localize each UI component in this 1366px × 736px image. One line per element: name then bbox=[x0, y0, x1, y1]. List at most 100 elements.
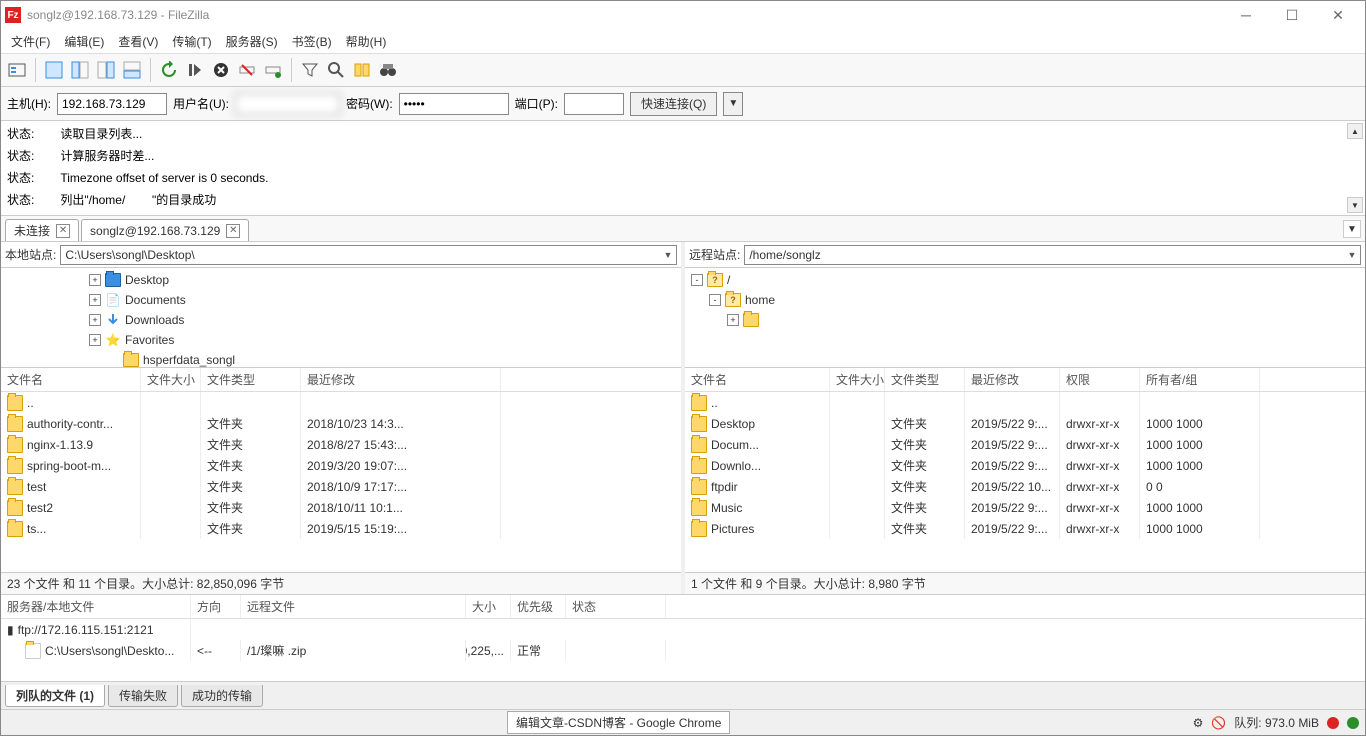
expand-icon[interactable]: + bbox=[89, 274, 101, 286]
process-queue-button[interactable] bbox=[183, 58, 207, 82]
compare-button[interactable] bbox=[350, 58, 374, 82]
local-file-list[interactable]: 文件名文件大小文件类型最近修改 ..authority-contr...文件夹2… bbox=[1, 368, 681, 572]
column-header[interactable]: 文件大小 bbox=[830, 368, 885, 391]
host-input[interactable] bbox=[57, 93, 167, 115]
expand-icon[interactable]: + bbox=[89, 294, 101, 306]
collapse-icon[interactable]: - bbox=[709, 294, 721, 306]
toggle-remote-tree-button[interactable] bbox=[94, 58, 118, 82]
remote-file-list[interactable]: 文件名文件大小文件类型最近修改权限所有者/组 ..Desktop文件夹2019/… bbox=[685, 368, 1365, 572]
file-row[interactable]: ts...文件夹2019/5/15 15:19:... bbox=[1, 518, 681, 539]
tree-node[interactable]: hsperfdata_songl bbox=[1, 350, 681, 368]
column-header[interactable]: 文件大小 bbox=[141, 368, 201, 391]
file-row[interactable]: Desktop文件夹2019/5/22 9:...drwxr-xr-x1000 … bbox=[685, 413, 1365, 434]
tree-node[interactable]: +📄Documents bbox=[1, 290, 681, 310]
quickconnect-dropdown[interactable]: ▼ bbox=[723, 92, 743, 116]
column-header[interactable]: 权限 bbox=[1060, 368, 1140, 391]
lock-icon[interactable]: 🚫 bbox=[1211, 716, 1226, 730]
host-label: 主机(H): bbox=[7, 95, 51, 112]
column-header[interactable]: 大小 bbox=[466, 595, 511, 618]
disconnect-button[interactable] bbox=[235, 58, 259, 82]
cancel-button[interactable] bbox=[209, 58, 233, 82]
close-tab-icon[interactable]: ✕ bbox=[56, 224, 70, 238]
queue-item-row[interactable]: C:\Users\songl\Deskto... <-- /1/璨嘛 .zip … bbox=[1, 640, 1365, 661]
queue-tab-success[interactable]: 成功的传输 bbox=[181, 685, 263, 707]
collapse-icon[interactable]: - bbox=[691, 274, 703, 286]
toggle-log-button[interactable] bbox=[42, 58, 66, 82]
message-log[interactable]: 状态: 读取目录列表... 状态: 计算服务器时差... 状态: Timezon… bbox=[1, 121, 1365, 216]
gear-icon[interactable]: ⚙ bbox=[1193, 716, 1204, 730]
queue-tab-failed[interactable]: 传输失败 bbox=[108, 685, 178, 707]
port-input[interactable] bbox=[564, 93, 624, 115]
file-row[interactable]: test文件夹2018/10/9 17:17:... bbox=[1, 476, 681, 497]
tree-node[interactable]: +Downloads bbox=[1, 310, 681, 330]
toggle-local-tree-button[interactable] bbox=[68, 58, 92, 82]
tab-overflow-button[interactable]: ▼ bbox=[1343, 220, 1361, 238]
queue-server-row[interactable]: ▮ftp://172.16.115.151:2121 bbox=[1, 619, 1365, 640]
expand-icon[interactable]: + bbox=[89, 314, 101, 326]
search-button[interactable] bbox=[324, 58, 348, 82]
file-row[interactable]: .. bbox=[1, 392, 681, 413]
close-button[interactable]: ✕ bbox=[1315, 1, 1361, 29]
remote-directory-tree[interactable]: -/-home + bbox=[685, 268, 1365, 368]
file-row[interactable]: .. bbox=[685, 392, 1365, 413]
scroll-down-icon[interactable]: ▼ bbox=[1347, 197, 1363, 213]
column-header[interactable]: 远程文件 bbox=[241, 595, 466, 618]
local-directory-tree[interactable]: +Desktop+📄Documents+Downloads+⭐Favorites… bbox=[1, 268, 681, 368]
taskbar-window[interactable]: 编辑文章-CSDN博客 - Google Chrome bbox=[507, 711, 730, 734]
file-row[interactable]: authority-contr...文件夹2018/10/23 14:3... bbox=[1, 413, 681, 434]
column-header[interactable]: 文件名 bbox=[1, 368, 141, 391]
quickconnect-button[interactable]: 快速连接(Q) bbox=[630, 92, 717, 116]
menu-bookmarks[interactable]: 书签(B) bbox=[286, 31, 338, 52]
menu-file[interactable]: 文件(F) bbox=[5, 31, 56, 52]
reconnect-button[interactable] bbox=[261, 58, 285, 82]
toggle-queue-button[interactable] bbox=[120, 58, 144, 82]
tree-node[interactable]: + bbox=[685, 310, 1365, 330]
local-path-combo[interactable]: C:\Users\songl\Desktop\ ▼ bbox=[60, 245, 677, 265]
tree-node[interactable]: -/ bbox=[685, 270, 1365, 290]
menu-server[interactable]: 服务器(S) bbox=[220, 31, 284, 52]
tab-not-connected[interactable]: 未连接 ✕ bbox=[5, 219, 79, 241]
file-row[interactable]: Downlo...文件夹2019/5/22 9:...drwxr-xr-x100… bbox=[685, 455, 1365, 476]
file-row[interactable]: ftpdir文件夹2019/5/22 10...drwxr-xr-x0 0 bbox=[685, 476, 1365, 497]
tree-node[interactable]: +Desktop bbox=[1, 270, 681, 290]
column-header[interactable]: 文件类型 bbox=[201, 368, 301, 391]
maximize-button[interactable]: ☐ bbox=[1269, 1, 1315, 29]
column-header[interactable]: 服务器/本地文件 bbox=[1, 595, 191, 618]
remote-path-combo[interactable]: /home/songlz ▼ bbox=[744, 245, 1361, 265]
tree-node[interactable]: -home bbox=[685, 290, 1365, 310]
close-tab-icon[interactable]: ✕ bbox=[226, 224, 240, 238]
column-header[interactable]: 最近修改 bbox=[301, 368, 501, 391]
filter-button[interactable] bbox=[298, 58, 322, 82]
menu-transfer[interactable]: 传输(T) bbox=[166, 31, 217, 52]
username-input[interactable] bbox=[235, 93, 340, 115]
expand-icon[interactable]: + bbox=[89, 334, 101, 346]
password-input[interactable] bbox=[399, 93, 509, 115]
file-row[interactable]: test2文件夹2018/10/11 10:1... bbox=[1, 497, 681, 518]
column-header[interactable]: 优先级 bbox=[511, 595, 566, 618]
column-header[interactable]: 最近修改 bbox=[965, 368, 1060, 391]
menu-view[interactable]: 查看(V) bbox=[112, 31, 164, 52]
menu-edit[interactable]: 编辑(E) bbox=[58, 31, 110, 52]
refresh-button[interactable] bbox=[157, 58, 181, 82]
column-header[interactable]: 文件名 bbox=[685, 368, 830, 391]
column-header[interactable]: 所有者/组 bbox=[1140, 368, 1260, 391]
column-header[interactable]: 方向 bbox=[191, 595, 241, 618]
binoculars-button[interactable] bbox=[376, 58, 400, 82]
file-row[interactable]: nginx-1.13.9文件夹2018/8/27 15:43:... bbox=[1, 434, 681, 455]
scroll-up-icon[interactable]: ▲ bbox=[1347, 123, 1363, 139]
tab-connection[interactable]: songlz@192.168.73.129 ✕ bbox=[81, 219, 249, 241]
queue-tab-queued[interactable]: 列队的文件 (1) bbox=[5, 685, 105, 707]
sitemanager-button[interactable] bbox=[5, 58, 29, 82]
chevron-down-icon[interactable]: ▼ bbox=[660, 250, 676, 260]
expand-icon[interactable]: + bbox=[727, 314, 739, 326]
column-header[interactable]: 文件类型 bbox=[885, 368, 965, 391]
tree-node[interactable]: +⭐Favorites bbox=[1, 330, 681, 350]
menu-help[interactable]: 帮助(H) bbox=[340, 31, 393, 52]
chevron-down-icon[interactable]: ▼ bbox=[1344, 250, 1360, 260]
file-row[interactable]: Docum...文件夹2019/5/22 9:...drwxr-xr-x1000… bbox=[685, 434, 1365, 455]
file-row[interactable]: Pictures文件夹2019/5/22 9:...drwxr-xr-x1000… bbox=[685, 518, 1365, 539]
file-row[interactable]: Music文件夹2019/5/22 9:...drwxr-xr-x1000 10… bbox=[685, 497, 1365, 518]
minimize-button[interactable]: ─ bbox=[1223, 1, 1269, 29]
column-header[interactable]: 状态 bbox=[566, 595, 666, 618]
file-row[interactable]: spring-boot-m...文件夹2019/3/20 19:07:... bbox=[1, 455, 681, 476]
